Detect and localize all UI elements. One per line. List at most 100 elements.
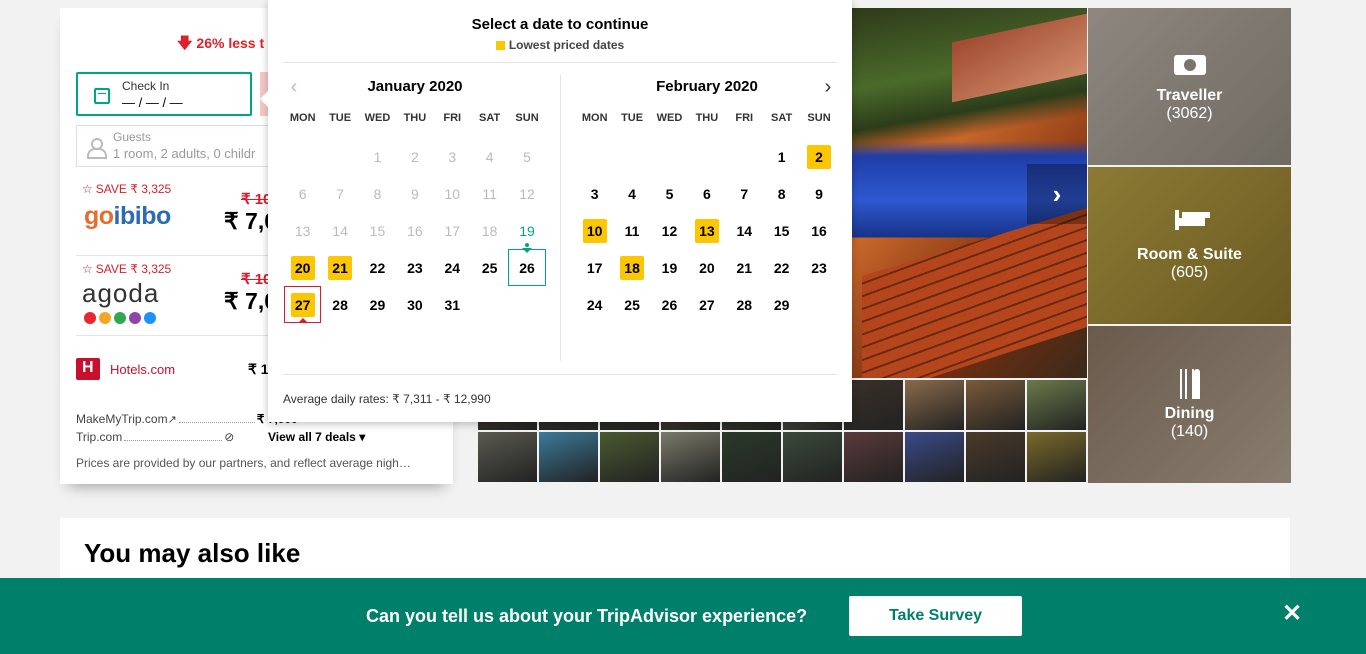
calendar-day[interactable]: 19 — [508, 212, 545, 249]
calendar-day: 17 — [434, 212, 471, 249]
picker-title: Select a date to continue — [471, 16, 649, 33]
calendar-day[interactable]: 14 — [726, 212, 763, 249]
take-survey-button[interactable]: Take Survey — [849, 596, 1022, 636]
photo-thumbnail[interactable] — [600, 432, 659, 482]
calendar-day[interactable]: 8 — [763, 175, 800, 212]
calendar-day[interactable]: 16 — [800, 212, 837, 249]
calendar-day: 16 — [396, 212, 433, 249]
calendar-day: 1 — [359, 138, 396, 175]
calendar-day[interactable]: 22 — [359, 249, 396, 286]
mini-deal-row[interactable]: Trip.com ⊘ — [76, 430, 298, 448]
calendar-empty-cell — [284, 138, 321, 175]
calendar-day[interactable]: 18 — [613, 249, 650, 286]
calendar-day[interactable]: 21 — [726, 249, 763, 286]
calendar-day[interactable]: 21 — [321, 249, 358, 286]
deal-row-agoda[interactable]: ☆SAVE ₹ 3,325 agoda ₹ 10 ₹ 7,0 — [76, 258, 271, 336]
day-grid: 1 2 3 4 5 6 7 8 9 10 11 12 13 14 15 16 17 18 19 20 21 22 23 24 2… — [284, 138, 546, 323]
picker-legend: Lowest priced dates — [268, 38, 852, 52]
close-icon[interactable]: ✕ — [1280, 602, 1304, 626]
tile-traveller-photos[interactable]: Traveller (3062) — [1088, 8, 1291, 165]
calendar-day[interactable]: 2 — [800, 138, 837, 175]
weekday-label: THU — [403, 112, 427, 124]
deal-row-hotels[interactable]: Hotels.com ₹ 1 — [76, 348, 296, 388]
day-number: 17 — [586, 259, 603, 276]
calendar-day[interactable]: 28 — [726, 286, 763, 323]
mini-deal-row[interactable]: MakeMyTrip.com↗₹ 7,000 — [76, 412, 298, 430]
calendar-day: 12 — [508, 175, 545, 212]
calendar-day[interactable]: 6 — [688, 175, 725, 212]
photo-thumbnail[interactable] — [905, 380, 964, 430]
calendar-day[interactable]: 30 — [396, 286, 433, 323]
calendar-day[interactable]: 26 — [508, 248, 546, 286]
week-row: 1 2 3 4 5 — [284, 138, 546, 175]
day-number: 9 — [410, 185, 419, 202]
calendar-day[interactable]: 25 — [613, 286, 650, 323]
day-number: 31 — [444, 296, 461, 313]
calendar-day[interactable]: 23 — [396, 249, 433, 286]
photo-thumbnail[interactable] — [1027, 380, 1086, 430]
view-all-deals-link[interactable]: View all 7 deals ▾ — [268, 430, 365, 444]
photo-thumbnail[interactable] — [539, 432, 598, 482]
weekday-header: MON TUE WED THU FRI SAT SUN — [284, 112, 546, 124]
calendar-day[interactable]: 10 — [576, 212, 613, 249]
calendar-day[interactable]: 27 — [688, 286, 725, 323]
week-row: 24 25 26 27 28 29 — [576, 286, 838, 323]
checkin-field[interactable]: Check In — / — / — — [76, 72, 252, 116]
tile-dining-photos[interactable]: Dining (140) — [1088, 326, 1291, 483]
calendar-day[interactable]: 12 — [651, 212, 688, 249]
calendar-day[interactable]: 19 — [651, 249, 688, 286]
calendar-day[interactable]: 7 — [726, 175, 763, 212]
calendar-day[interactable]: 5 — [651, 175, 688, 212]
tile-room-suite-photos[interactable]: Room & Suite (605) — [1088, 167, 1291, 324]
day-number: 8 — [373, 185, 382, 202]
calendar-day[interactable]: 17 — [576, 249, 613, 286]
calendar-day[interactable]: 29 — [763, 286, 800, 323]
photo-thumbnail[interactable] — [783, 432, 842, 482]
photo-thumbnail[interactable] — [966, 380, 1025, 430]
day-number: 4 — [485, 148, 494, 165]
checkin-value: — / — / — — [122, 95, 183, 110]
photo-thumbnail[interactable] — [966, 432, 1025, 482]
week-row: 20 21 22 23 24 25 26 — [284, 248, 546, 286]
calendar-day[interactable]: 28 — [321, 286, 358, 323]
day-number: 29 — [773, 296, 790, 313]
calendar-day[interactable]: 13 — [688, 212, 725, 249]
day-number: 12 — [519, 185, 535, 202]
calendar-day: 2 — [396, 138, 433, 175]
calendar-day[interactable]: 31 — [434, 286, 471, 323]
calendar-day[interactable]: 4 — [613, 175, 650, 212]
calendar-day[interactable]: 20 — [284, 249, 321, 286]
guests-label: Guests — [113, 130, 152, 144]
photo-thumbnail[interactable] — [661, 432, 720, 482]
deal-row-goibibo[interactable]: ☆SAVE ₹ 3,325 goibibo ₹ 10 ₹ 7,0 — [76, 178, 271, 256]
calendar-day[interactable]: 26 — [651, 286, 688, 323]
calendar-day[interactable]: 11 — [613, 212, 650, 249]
photo-next-button[interactable]: › — [1027, 164, 1087, 224]
calendar-day[interactable]: 22 — [763, 249, 800, 286]
week-row: 13 14 15 16 17 18 19 — [284, 212, 546, 249]
day-number: 14 — [332, 222, 348, 239]
day-number: 23 — [811, 259, 827, 276]
photo-thumbnail[interactable] — [478, 432, 537, 482]
calendar-day: 11 — [471, 175, 508, 212]
calendar-day[interactable]: 29 — [359, 286, 396, 323]
photo-thumbnail[interactable] — [844, 380, 903, 430]
calendar-day[interactable]: 27 — [284, 286, 322, 323]
photo-thumbnail[interactable] — [1027, 432, 1086, 482]
calendar-day[interactable]: 24 — [576, 286, 613, 323]
day-number: 28 — [736, 296, 753, 313]
month-january: January 2020 MON TUE WED THU FRI SAT SUN 12345… — [284, 78, 546, 323]
photo-thumbnail[interactable] — [844, 432, 903, 482]
calendar-day[interactable]: 15 — [763, 212, 800, 249]
photo-thumbnail[interactable] — [905, 432, 964, 482]
calendar-day[interactable]: 1 — [763, 138, 800, 175]
photo-thumbnail[interactable] — [722, 432, 781, 482]
calendar-day[interactable]: 23 — [800, 249, 837, 286]
calendar-day[interactable]: 24 — [434, 249, 471, 286]
calendar-day[interactable]: 20 — [688, 249, 725, 286]
weekday-label: MON — [581, 112, 608, 124]
calendar-day[interactable]: 3 — [576, 175, 613, 212]
calendar-day[interactable]: 25 — [471, 249, 508, 286]
hotels-price: ₹ 1 — [248, 361, 268, 377]
calendar-day[interactable]: 9 — [800, 175, 837, 212]
